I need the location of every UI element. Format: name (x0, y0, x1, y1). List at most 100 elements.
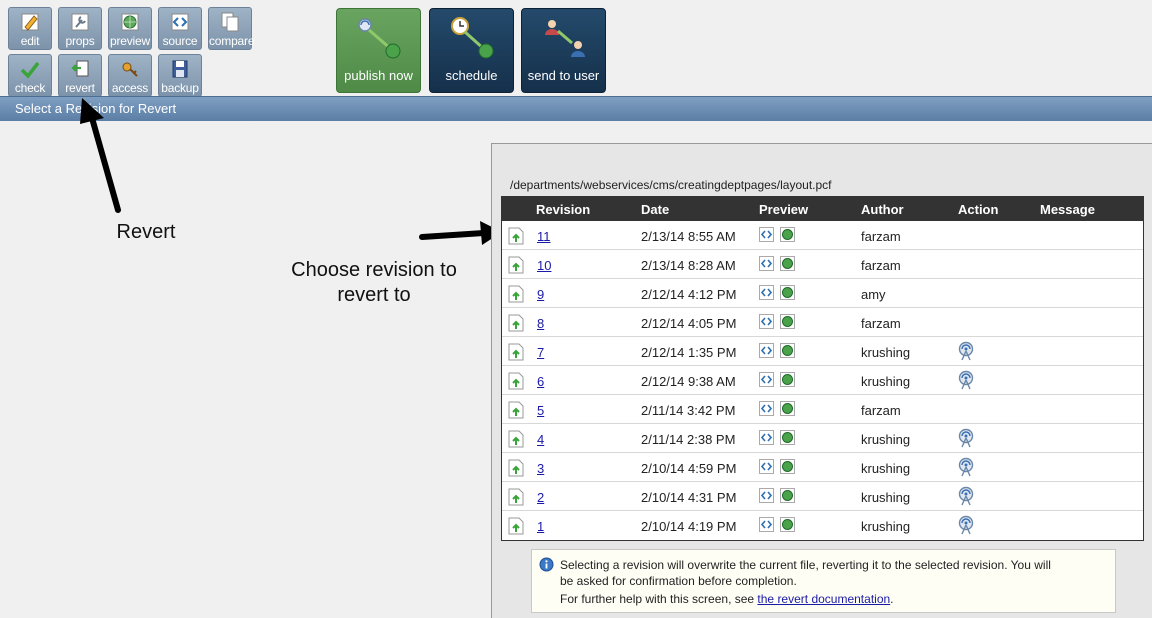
globe-preview-icon[interactable] (780, 256, 795, 271)
header-message: Message (1040, 202, 1095, 217)
globe-preview-icon[interactable] (780, 314, 795, 329)
code-preview-icon[interactable] (759, 285, 774, 300)
table-row: 4 2/11/14 2:38 PM krushing (502, 424, 1143, 453)
revision-link[interactable]: 10 (537, 258, 551, 273)
info-line-2: be asked for confirmation before complet… (560, 574, 797, 588)
info-line-3: For further help with this screen, see t… (560, 592, 894, 606)
code-preview-icon[interactable] (759, 488, 774, 503)
file-revert-icon[interactable] (508, 227, 524, 245)
revert-documentation-link[interactable]: the revert documentation (757, 592, 890, 606)
info-box: Selecting a revision will overwrite the … (531, 549, 1116, 613)
revision-author: farzam (861, 316, 901, 331)
info-line-1: Selecting a revision will overwrite the … (560, 558, 1051, 572)
table-body: 11 2/13/14 8:55 AM farzam 10 2/13/14 8:28 AM… (502, 221, 1143, 540)
table-row: 10 2/13/14 8:28 AM farzam (502, 250, 1143, 279)
revision-link[interactable]: 8 (537, 316, 544, 331)
globe-preview-icon[interactable] (780, 488, 795, 503)
file-revert-icon[interactable] (508, 488, 524, 506)
revision-author: krushing (861, 490, 911, 505)
revision-date: 2/11/14 3:42 PM (641, 403, 736, 418)
file-revert-icon[interactable] (508, 459, 524, 477)
header-action: Action (958, 202, 999, 217)
revision-date: 2/12/14 9:38 AM (641, 374, 736, 389)
header-preview: Preview (759, 202, 809, 217)
table-row: 7 2/12/14 1:35 PM krushing (502, 337, 1143, 366)
revision-link[interactable]: 4 (537, 432, 544, 447)
file-revert-icon[interactable] (508, 401, 524, 419)
code-preview-icon[interactable] (759, 314, 774, 329)
revision-author: amy (861, 287, 886, 302)
table-row: 6 2/12/14 9:38 AM krushing (502, 366, 1143, 395)
globe-preview-icon[interactable] (780, 401, 795, 416)
publish-action-icon[interactable] (957, 515, 975, 535)
file-revert-icon[interactable] (508, 517, 524, 535)
code-preview-icon[interactable] (759, 517, 774, 532)
revision-date: 2/11/14 2:38 PM (641, 432, 736, 447)
globe-preview-icon[interactable] (780, 343, 795, 358)
table-header: Revision Date Preview Author Action Mess… (502, 197, 1143, 221)
revision-date: 2/10/14 4:59 PM (641, 461, 737, 476)
revision-author: farzam (861, 403, 901, 418)
globe-preview-icon[interactable] (780, 285, 795, 300)
globe-preview-icon[interactable] (780, 227, 795, 242)
publish-action-icon[interactable] (957, 457, 975, 477)
revision-author: krushing (861, 374, 911, 389)
file-revert-icon[interactable] (508, 343, 524, 361)
publish-action-icon[interactable] (957, 341, 975, 361)
header-author: Author (861, 202, 904, 217)
revision-link[interactable]: 6 (537, 374, 544, 389)
code-preview-icon[interactable] (759, 459, 774, 474)
publish-action-icon[interactable] (957, 486, 975, 506)
table-row: 3 2/10/14 4:59 PM krushing (502, 453, 1143, 482)
annotation-revert: Revert (116, 221, 176, 243)
info-icon (539, 557, 554, 572)
revision-date: 2/12/14 4:12 PM (641, 287, 737, 302)
table-row: 1 2/10/14 4:19 PM krushing (502, 511, 1143, 540)
file-revert-icon[interactable] (508, 314, 524, 332)
file-revert-icon[interactable] (508, 285, 524, 303)
publish-action-icon[interactable] (957, 370, 975, 390)
revision-author: krushing (861, 461, 911, 476)
globe-preview-icon[interactable] (780, 430, 795, 445)
globe-preview-icon[interactable] (780, 372, 795, 387)
revision-link[interactable]: 9 (537, 287, 544, 302)
info-line-3-prefix: For further help with this screen, see (560, 592, 758, 606)
code-preview-icon[interactable] (759, 430, 774, 445)
table-row: 2 2/10/14 4:31 PM krushing (502, 482, 1143, 511)
revision-date: 2/10/14 4:31 PM (641, 490, 737, 505)
revision-author: krushing (861, 345, 911, 360)
code-preview-icon[interactable] (759, 401, 774, 416)
code-preview-icon[interactable] (759, 343, 774, 358)
revision-author: krushing (861, 519, 911, 534)
revision-date: 2/13/14 8:28 AM (641, 258, 736, 273)
code-preview-icon[interactable] (759, 227, 774, 242)
globe-preview-icon[interactable] (780, 517, 795, 532)
file-path: /departments/webservices/cms/creatingdep… (510, 178, 832, 192)
revision-author: farzam (861, 258, 901, 273)
revision-author: krushing (861, 432, 911, 447)
code-preview-icon[interactable] (759, 372, 774, 387)
revision-link[interactable]: 3 (537, 461, 544, 476)
annotation-choose-line2: revert to (337, 284, 411, 306)
globe-preview-icon[interactable] (780, 459, 795, 474)
file-revert-icon[interactable] (508, 372, 524, 390)
revision-date: 2/12/14 1:35 PM (641, 345, 737, 360)
arrow-up-icon (80, 98, 104, 124)
publish-action-icon[interactable] (957, 428, 975, 448)
table-row: 8 2/12/14 4:05 PM farzam (502, 308, 1143, 337)
code-preview-icon[interactable] (759, 256, 774, 271)
file-revert-icon[interactable] (508, 256, 524, 274)
revision-date: 2/12/14 4:05 PM (641, 316, 737, 331)
revision-author: farzam (861, 229, 901, 244)
revision-date: 2/10/14 4:19 PM (641, 519, 737, 534)
revision-link[interactable]: 5 (537, 403, 544, 418)
revision-link[interactable]: 1 (537, 519, 544, 534)
revision-table: Revision Date Preview Author Action Mess… (501, 196, 1144, 541)
header-date: Date (641, 202, 670, 217)
table-row: 11 2/13/14 8:55 AM farzam (502, 221, 1143, 250)
revision-link[interactable]: 7 (537, 345, 544, 360)
revision-link[interactable]: 2 (537, 490, 544, 505)
info-line-3-suffix: . (890, 592, 894, 606)
revision-link[interactable]: 11 (537, 229, 551, 244)
file-revert-icon[interactable] (508, 430, 524, 448)
